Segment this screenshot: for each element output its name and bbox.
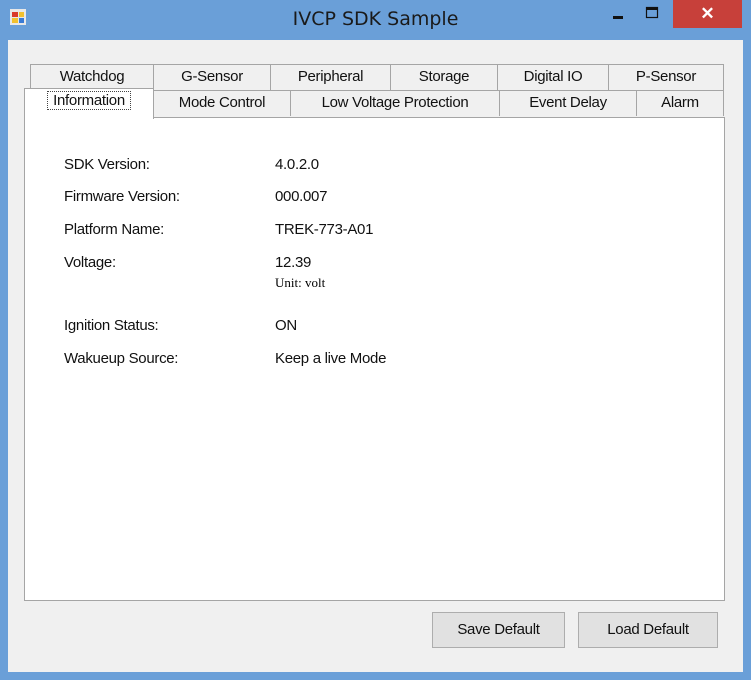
save-default-button[interactable]: Save Default — [432, 612, 565, 648]
tab-g-sensor[interactable]: G-Sensor — [153, 64, 271, 90]
sdk-version-value: 4.0.2.0 — [275, 156, 319, 173]
tab-information-label: Information — [47, 91, 131, 110]
tab-p-sensor[interactable]: P-Sensor — [608, 64, 724, 90]
close-button[interactable]: ✕ — [673, 0, 742, 28]
load-default-button[interactable]: Load Default — [578, 612, 718, 648]
minimize-button[interactable] — [604, 2, 632, 26]
firmware-version-value: 000.007 — [275, 188, 328, 205]
platform-name-value: TREK-773-A01 — [275, 221, 374, 238]
wakeup-source-label: Wakueup Source: — [64, 350, 179, 367]
tab-digital-io[interactable]: Digital IO — [497, 64, 609, 90]
title-bar[interactable]: IVCP SDK Sample ✕ — [0, 0, 751, 40]
tab-low-voltage-protection[interactable]: Low Voltage Protection — [290, 90, 500, 116]
tab-watchdog[interactable]: Watchdog — [30, 64, 154, 90]
close-icon: ✕ — [700, 4, 715, 23]
ignition-status-value: ON — [275, 317, 297, 334]
sdk-version-label: SDK Version: — [64, 156, 150, 173]
tab-event-delay[interactable]: Event Delay — [499, 90, 637, 116]
voltage-value: 12.39 — [275, 254, 312, 271]
firmware-version-label: Firmware Version: — [64, 188, 180, 205]
ignition-status-label: Ignition Status: — [64, 317, 159, 334]
platform-name-label: Platform Name: — [64, 221, 164, 238]
wakeup-source-value: Keep a live Mode — [275, 350, 387, 367]
tab-mode-control[interactable]: Mode Control — [153, 90, 291, 116]
tab-storage[interactable]: Storage — [390, 64, 498, 90]
maximize-button[interactable] — [638, 2, 666, 26]
tab-peripheral[interactable]: Peripheral — [270, 64, 391, 90]
tab-information[interactable]: Information — [24, 88, 154, 119]
voltage-label: Voltage: — [64, 254, 116, 271]
tab-alarm[interactable]: Alarm — [636, 90, 724, 116]
voltage-unit: Unit: volt — [275, 275, 326, 290]
app-window: IVCP SDK Sample ✕ Watchdog G-Sensor Peri… — [0, 0, 751, 680]
information-panel: SDK Version: 4.0.2.0 Firmware Version: 0… — [24, 117, 725, 601]
